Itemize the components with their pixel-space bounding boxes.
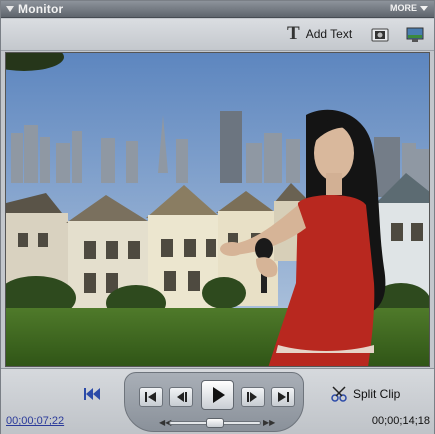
- go-to-start-icon: [84, 388, 100, 400]
- step-back-icon: [177, 392, 187, 402]
- more-label: MORE: [390, 3, 417, 13]
- shuttle-forward-icon[interactable]: ▶▶: [263, 418, 275, 427]
- panel-title: Monitor: [18, 2, 64, 16]
- video-frame-image: [6, 53, 429, 366]
- previous-edit-icon: [145, 392, 156, 402]
- chevron-down-icon: [420, 5, 428, 11]
- duration-timecode: 00;00;14;18: [371, 415, 430, 427]
- play-button[interactable]: [201, 380, 234, 410]
- play-icon: [212, 387, 225, 403]
- panel-titlebar: Monitor MORE: [1, 1, 434, 18]
- step-forward-button[interactable]: [241, 387, 265, 407]
- monitor-panel: Monitor MORE T Add Text ◀◀ ▶▶ Split Clip…: [0, 0, 435, 434]
- collapse-triangle-icon[interactable]: [6, 6, 14, 12]
- shuttle-slider[interactable]: ◀◀ ▶▶: [143, 418, 287, 428]
- more-menu-button[interactable]: MORE: [390, 3, 428, 13]
- transport-controls: ◀◀ ▶▶ Split Clip 00;00;07;22 00;00;14;18: [1, 368, 434, 434]
- shuttle-thumb[interactable]: [206, 418, 224, 428]
- next-edit-button[interactable]: [271, 387, 295, 407]
- display-toggle-button[interactable]: [406, 27, 424, 43]
- add-text-label: Add Text: [305, 27, 353, 41]
- text-tool-icon: T: [287, 23, 300, 44]
- step-forward-icon: [247, 392, 257, 402]
- camera-icon: [371, 28, 389, 42]
- split-clip-button[interactable]: Split Clip: [331, 386, 400, 402]
- go-to-start-button[interactable]: [82, 387, 102, 401]
- next-edit-icon: [278, 392, 289, 402]
- monitor-icon: [406, 27, 424, 42]
- scissors-icon: [331, 386, 347, 402]
- video-preview[interactable]: [5, 52, 430, 367]
- monitor-toolbar: T Add Text: [1, 19, 434, 51]
- snapshot-button[interactable]: [371, 27, 389, 43]
- split-clip-label: Split Clip: [353, 387, 401, 401]
- add-text-button[interactable]: T Add Text: [287, 23, 353, 44]
- previous-edit-button[interactable]: [139, 387, 163, 407]
- current-timecode[interactable]: 00;00;07;22: [6, 415, 64, 427]
- step-back-button[interactable]: [169, 387, 193, 407]
- playback-control-group: ◀◀ ▶▶: [124, 372, 304, 432]
